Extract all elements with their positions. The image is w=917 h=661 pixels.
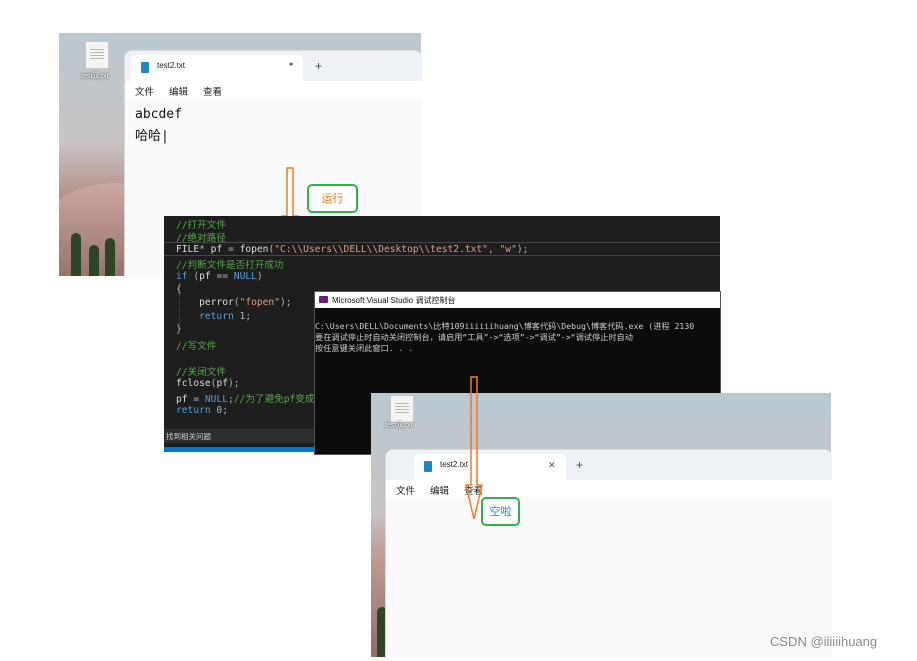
code-token: //写文件 — [176, 340, 217, 352]
code-token: //判断文件是否打开成功 — [176, 260, 284, 272]
code-line: //打开文件 — [176, 217, 226, 231]
code-line: perror("fopen"); — [176, 297, 292, 309]
code-line: //写文件 — [176, 338, 216, 352]
code-token: if — [176, 270, 188, 282]
code-line: } — [176, 324, 182, 335]
code-token: ); — [516, 243, 529, 255]
code-token: , — [487, 243, 500, 255]
code-line: { — [176, 284, 182, 295]
code-token: ( — [187, 270, 200, 282]
code-token: fopen — [239, 243, 269, 255]
code-token: pf — [176, 394, 188, 406]
desktop-file-icon-2[interactable] — [390, 395, 414, 423]
code-token: pf — [216, 377, 228, 389]
code-token: 1; — [233, 310, 252, 322]
code-token: return — [199, 310, 234, 322]
notepad-text-area-2[interactable] — [386, 498, 832, 658]
menu-file[interactable]: 文件 — [135, 84, 154, 98]
code-token: return — [176, 404, 211, 416]
code-token: "C:\\Users\\DELL\\Desktop\\test2.txt" — [274, 243, 488, 255]
code-token: FILE — [176, 243, 200, 255]
menu-view[interactable]: 查看 — [203, 84, 222, 98]
code-line: FILE* pf = fopen("C:\\Users\\DELL\\Deskt… — [176, 244, 528, 255]
code-token: ); — [279, 297, 292, 309]
menu-bar-2: 文件 编辑 查看 — [386, 480, 832, 498]
code-token: = — [222, 243, 240, 255]
code-line: return 0; — [176, 405, 228, 416]
annotation-run: 运行 — [307, 184, 358, 213]
code-token: "fopen" — [239, 297, 280, 309]
notepad-window-2: test2.txt ✕ + 文件 编辑 查看 — [385, 449, 832, 658]
code-token: "w" — [499, 243, 517, 255]
new-tab-button[interactable]: + — [315, 59, 322, 73]
code-token: NULL — [204, 394, 228, 406]
code-token: ) — [256, 270, 263, 282]
code-token: //关闭文件 — [176, 367, 226, 379]
code-token: ); — [228, 377, 240, 389]
code-token: pf — [199, 270, 211, 282]
code-token: * — [199, 243, 211, 255]
console-titlebar: Microsoft Visual Studio 调试控制台 — [315, 292, 720, 308]
console-title: Microsoft Visual Studio 调试控制台 — [332, 296, 456, 305]
code-token: == — [210, 270, 234, 282]
new-tab-button-2[interactable]: + — [576, 458, 583, 472]
menu-edit-2[interactable]: 编辑 — [430, 483, 449, 497]
code-line: return 1; — [176, 311, 251, 322]
desktop-file-icon[interactable] — [85, 41, 109, 69]
annotation-empty: 空啦 — [481, 497, 520, 526]
code-line: //判断文件是否打开成功 — [176, 257, 284, 271]
csdn-watermark: CSDN @iiiiiihuang — [770, 634, 878, 649]
text-line-1: abcdef — [135, 107, 182, 122]
code-line: fclose(pf); — [176, 378, 240, 389]
unsaved-dot-icon[interactable]: ● — [289, 61, 293, 68]
code-token: //打开文件 — [176, 220, 226, 231]
tab-test2[interactable]: test2.txt ● — [131, 55, 303, 81]
code-line: //绝对路径 — [176, 230, 226, 244]
annotation-empty-label: 空啦 — [489, 505, 512, 518]
code-token: = — [187, 394, 205, 406]
code-token: 0; — [210, 404, 228, 416]
code-token: fclose — [176, 377, 211, 389]
code-token: NULL — [233, 270, 257, 282]
desktop-file-label: test双.txt — [81, 73, 109, 80]
console-line-3: 按任意键关闭此窗口. . . — [315, 343, 414, 353]
code-token: } — [176, 324, 182, 336]
visual-studio-icon — [319, 296, 328, 303]
notepad-titlebar: test2.txt ● + — [125, 51, 422, 81]
tab-title: test2.txt — [157, 61, 186, 70]
desktop-file-label-2: test双.txt — [385, 422, 413, 429]
notepad-icon-2 — [424, 461, 432, 472]
tab-close-icon[interactable]: ✕ — [548, 460, 556, 471]
tab-test2-2[interactable]: test2.txt ✕ — [414, 454, 566, 480]
code-line: pf = NULL;//为了避免pf变成野 — [176, 391, 324, 405]
notepad-icon — [141, 62, 149, 73]
code-line: //关闭文件 — [176, 364, 226, 378]
code-token: perror — [199, 297, 234, 309]
code-token: pf — [210, 243, 223, 255]
code-token: //为了避免pf变成野 — [233, 394, 325, 406]
notepad-titlebar-2: test2.txt ✕ + — [386, 450, 832, 480]
text-line-2: 哈哈| — [135, 129, 169, 144]
error-list-text: 找到相关问题 — [166, 432, 211, 441]
menu-edit[interactable]: 编辑 — [169, 84, 188, 98]
code-line: if (pf == NULL) — [176, 271, 263, 282]
menu-file-2[interactable]: 文件 — [396, 483, 415, 497]
code-token: //绝对路径 — [176, 233, 226, 245]
menu-bar: 文件 编辑 查看 — [125, 81, 422, 99]
code-token: { — [176, 284, 182, 295]
annotation-run-label: 运行 — [321, 192, 344, 205]
